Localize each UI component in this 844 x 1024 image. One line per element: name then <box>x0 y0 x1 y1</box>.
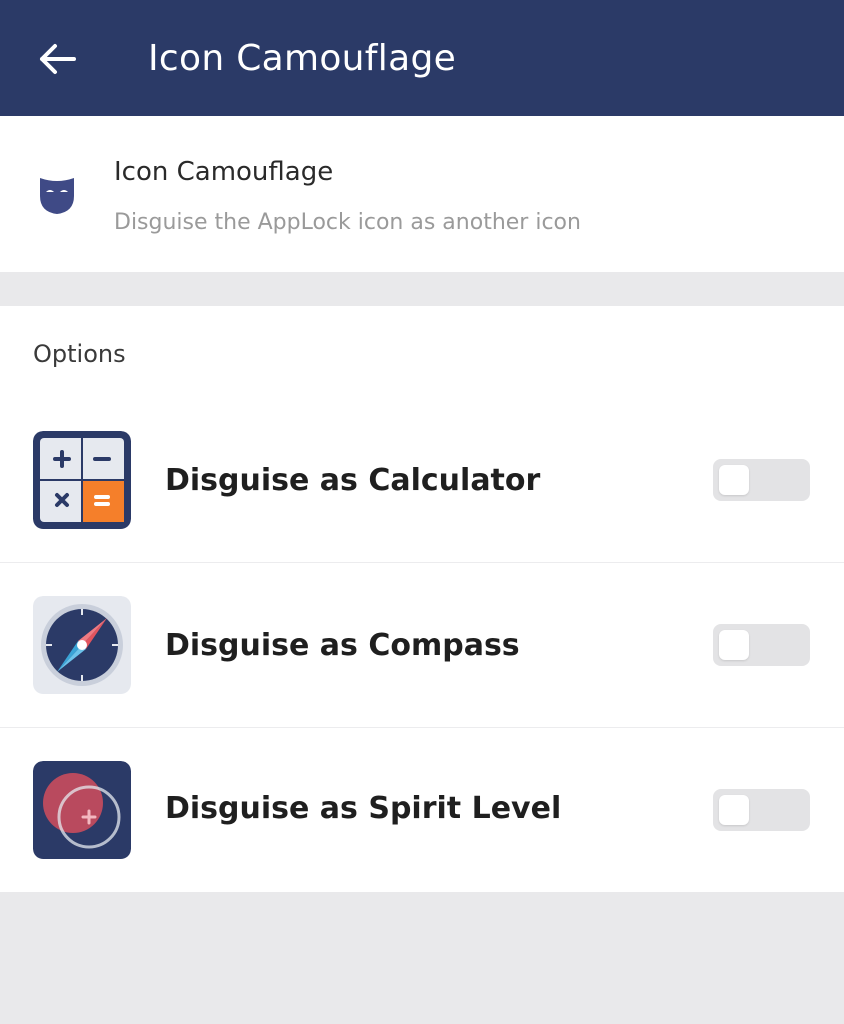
toggle-knob <box>719 795 749 825</box>
app-screen: Icon Camouflage Icon Camouflage Disguise… <box>0 0 844 1024</box>
calculator-icon <box>33 431 131 529</box>
arrow-left-icon <box>40 44 76 74</box>
back-button[interactable] <box>28 34 86 84</box>
app-bar: Icon Camouflage <box>0 0 844 116</box>
spirit-level-icon <box>33 761 131 859</box>
option-label: Disguise as Spirit Level <box>165 791 562 826</box>
option-label: Disguise as Calculator <box>165 463 541 498</box>
spirit-level-toggle[interactable] <box>713 789 810 831</box>
compass-toggle[interactable] <box>713 624 810 666</box>
mask-icon <box>40 178 74 214</box>
option-row-calculator[interactable]: Disguise as Calculator <box>0 398 844 562</box>
compass-icon <box>33 596 131 694</box>
option-row-spirit-level[interactable]: Disguise as Spirit Level <box>0 728 844 892</box>
calculator-toggle[interactable] <box>713 459 810 501</box>
option-row-compass[interactable]: Disguise as Compass <box>0 563 844 727</box>
page-title: Icon Camouflage <box>148 38 457 79</box>
option-label: Disguise as Compass <box>165 628 520 663</box>
toggle-knob <box>719 630 749 660</box>
feature-header-card <box>0 116 844 272</box>
options-section-label: Options <box>33 340 126 368</box>
toggle-knob <box>719 465 749 495</box>
feature-title: Icon Camouflage <box>114 157 334 187</box>
feature-description: Disguise the AppLock icon as another ico… <box>114 210 581 235</box>
